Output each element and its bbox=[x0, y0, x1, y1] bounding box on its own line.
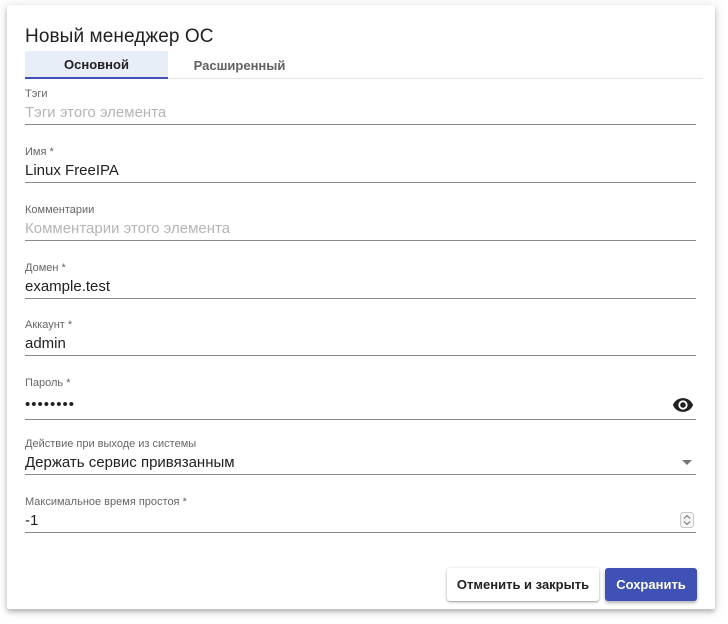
caret-down-icon bbox=[682, 460, 692, 465]
save-button[interactable]: Сохранить bbox=[605, 568, 697, 601]
account-label: Аккаунт * bbox=[25, 319, 73, 331]
password-row bbox=[25, 390, 696, 420]
dialog-title: Новый менеджер ОС bbox=[25, 26, 214, 47]
tab-main[interactable]: Основной bbox=[25, 51, 168, 79]
logout-action-label: Действие при выходе из системы bbox=[25, 438, 197, 450]
account-field: Аккаунт * bbox=[25, 318, 696, 356]
eye-icon[interactable] bbox=[672, 397, 694, 413]
comments-input[interactable] bbox=[25, 217, 696, 241]
tags-field: Тэги bbox=[25, 87, 696, 125]
domain-field: Домен * bbox=[25, 261, 696, 299]
logout-action-value: Держать сервис привязанным bbox=[25, 454, 235, 471]
logout-action-select[interactable]: Держать сервис привязанным bbox=[25, 451, 696, 475]
name-label: Имя * bbox=[25, 146, 54, 158]
cancel-and-close-button[interactable]: Отменить и закрыть bbox=[447, 568, 599, 601]
tags-label: Тэги bbox=[25, 88, 48, 100]
spinner-icon[interactable] bbox=[680, 512, 694, 528]
account-input[interactable] bbox=[25, 332, 696, 356]
new-os-manager-dialog: Новый менеджер ОС Основной Расширенный Т… bbox=[7, 5, 715, 609]
name-input[interactable] bbox=[25, 159, 696, 183]
password-field: Пароль * bbox=[25, 376, 696, 420]
password-label: Пароль * bbox=[25, 377, 71, 389]
logout-action-field: Действие при выходе из системы Держать с… bbox=[25, 437, 696, 475]
comments-label: Комментарии bbox=[25, 204, 95, 216]
tags-input[interactable] bbox=[25, 101, 696, 125]
domain-input[interactable] bbox=[25, 275, 696, 299]
max-idle-input[interactable] bbox=[25, 509, 696, 533]
max-idle-row bbox=[25, 509, 696, 533]
domain-label: Домен * bbox=[25, 262, 66, 274]
tab-advanced[interactable]: Расширенный bbox=[168, 51, 311, 79]
password-input[interactable] bbox=[25, 390, 696, 420]
name-field: Имя * bbox=[25, 145, 696, 183]
tab-bar: Основной Расширенный bbox=[25, 51, 703, 79]
max-idle-field: Максимальное время простоя * bbox=[25, 495, 696, 533]
max-idle-label: Максимальное время простоя * bbox=[25, 496, 187, 508]
comments-field: Комментарии bbox=[25, 203, 696, 241]
